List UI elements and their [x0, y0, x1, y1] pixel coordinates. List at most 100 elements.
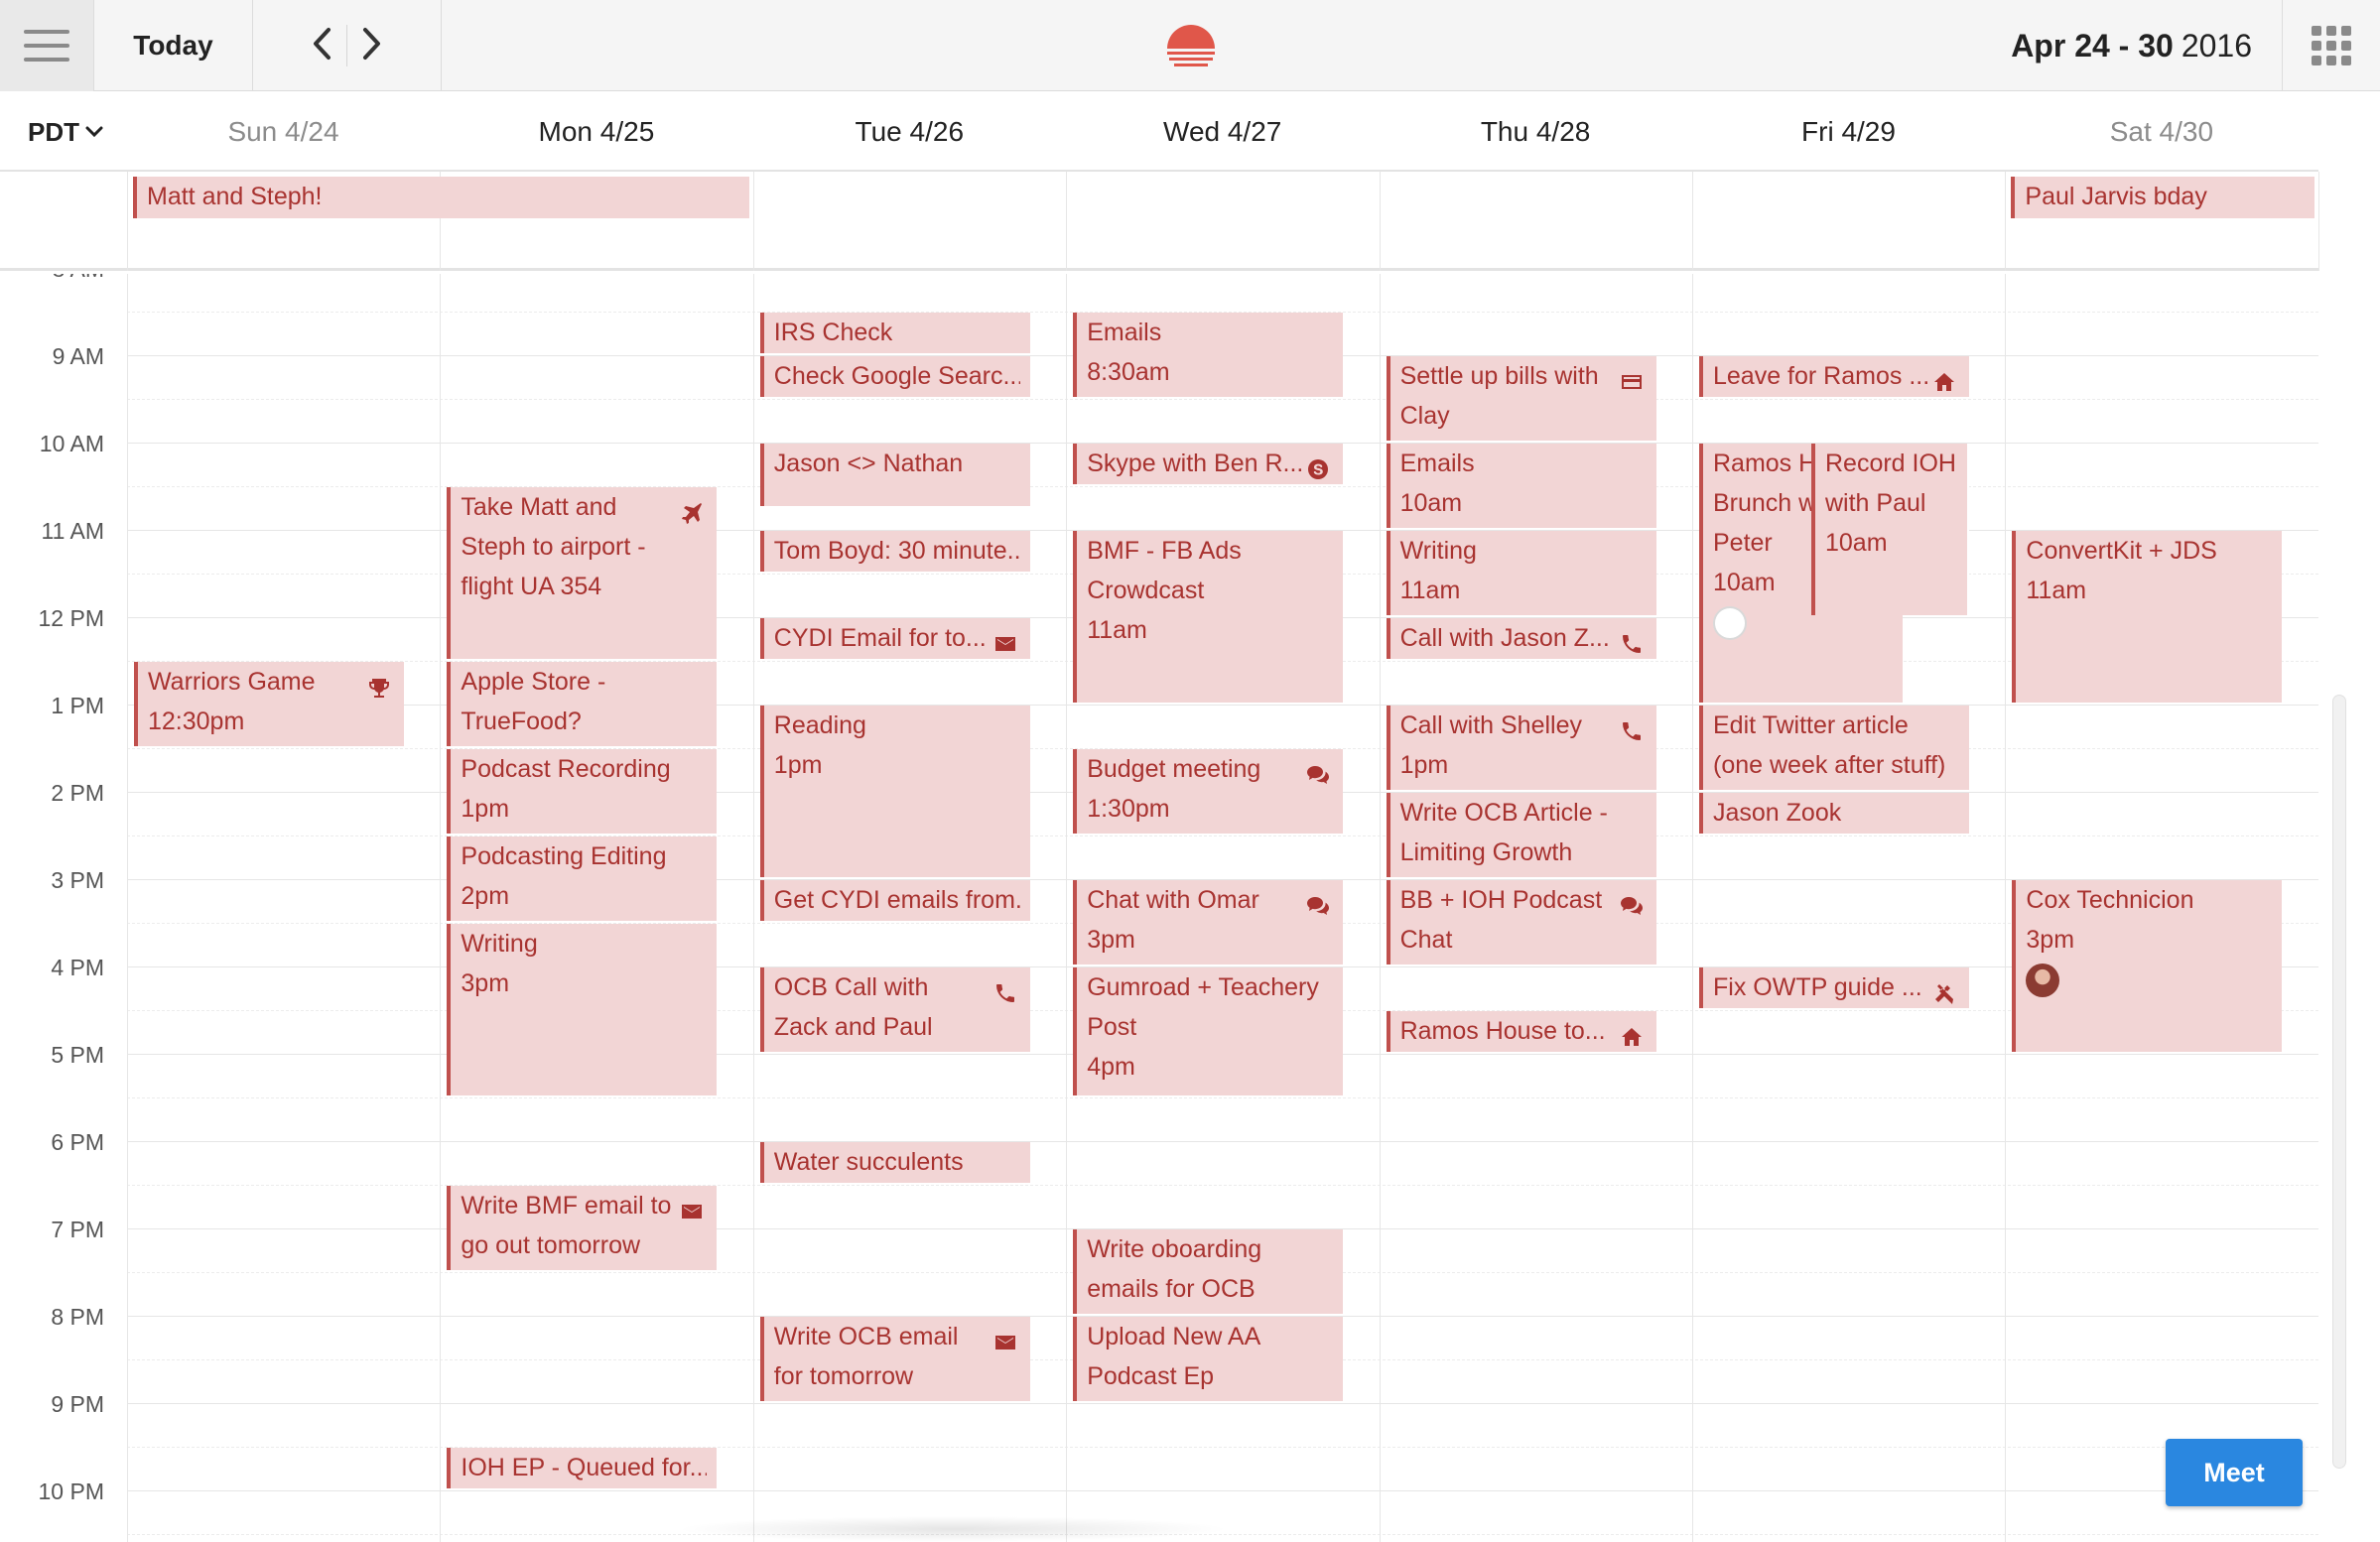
home-icon	[1931, 366, 1957, 391]
phone-icon	[1619, 715, 1645, 740]
previous-week-button[interactable]	[311, 27, 332, 65]
calendar-event[interactable]: Writing 11am	[1386, 531, 1656, 615]
envelope-icon	[679, 1196, 705, 1219]
allday-column-divider	[1379, 172, 1381, 271]
calendar-event[interactable]: Jason <> Nathan	[759, 444, 1030, 506]
day-header-4[interactable]: Thu 4/28	[1380, 92, 1692, 172]
allday-event[interactable]: Paul Jarvis bday	[2011, 177, 2314, 218]
hour-label: 3 PM	[51, 867, 104, 893]
calendar-event[interactable]: Emails 8:30am	[1073, 313, 1344, 397]
event-title: Writing	[461, 930, 538, 958]
event-title: OCB Call with Zack and Paul	[773, 973, 933, 1041]
day-header-2[interactable]: Tue 4/26	[753, 92, 1066, 172]
date-range-title: Apr 24 - 30 2016	[1886, 0, 2283, 91]
calendar-event[interactable]: Write BMF email to go out tomorrow (FB	[447, 1186, 718, 1270]
calendar-event[interactable]: Skype with Ben R...	[1073, 444, 1344, 484]
event-time: 1pm	[773, 751, 823, 779]
calendar-event[interactable]: Tom Boyd: 30 minute...	[759, 531, 1030, 572]
timezone-selector[interactable]: PDT	[28, 92, 103, 172]
chat-icon	[1305, 890, 1331, 915]
calendar-event[interactable]: Get CYDI emails from...	[759, 880, 1030, 921]
day-header-5[interactable]: Fri 4/29	[1692, 92, 2005, 172]
event-title: Write BMF email to go out tomorrow (FB	[461, 1192, 672, 1259]
event-title: Podcast Recording	[461, 755, 671, 783]
calendar-event[interactable]: Budget meeting 1:30pm	[1073, 749, 1344, 834]
event-title: Chat with Omar	[1087, 886, 1259, 914]
calendar-event[interactable]: Emails 10am	[1386, 444, 1656, 528]
hour-label: 6 PM	[51, 1129, 104, 1155]
calendar-event[interactable]: Gumroad + Teachery Post 4pm	[1073, 967, 1344, 1095]
event-title: Edit Twitter article (one week after stu…	[1713, 711, 1946, 779]
calendar-event[interactable]: Warriors Game 12:30pm	[134, 662, 404, 746]
event-time: 3pm	[1087, 926, 1135, 954]
calendar-event[interactable]: Settle up bills with Clay	[1386, 356, 1656, 441]
top-toolbar: Today Apr 24 - 30 2016	[0, 0, 2380, 91]
event-title: Tom Boyd: 30 minute...	[773, 537, 1020, 565]
calendar-event[interactable]: OCB Call with Zack and Paul	[759, 967, 1030, 1052]
calendar-event[interactable]: Fix OWTP guide ...	[1699, 967, 1969, 1008]
calendar-event[interactable]: Writing 3pm	[447, 924, 718, 1095]
calendar-event[interactable]: Take Matt and Steph to airport - flight …	[447, 487, 718, 659]
event-title: Skype with Ben R...	[1087, 450, 1304, 477]
calendar-event[interactable]: IRS Check	[759, 313, 1030, 353]
calendar-event[interactable]: Write OCB email for tomorrow	[759, 1317, 1030, 1401]
hour-label: 4 PM	[51, 955, 104, 980]
event-time: 1pm	[461, 795, 510, 823]
event-title: Check Google Searc...	[773, 362, 1020, 390]
event-time: 1:30pm	[1087, 795, 1170, 823]
calendar-event[interactable]: Upload New AA Podcast Ep	[1073, 1317, 1344, 1401]
hour-label: 11 AM	[41, 518, 105, 544]
calendar-event[interactable]: Reading 1pm	[759, 706, 1030, 877]
allday-column-divider	[127, 172, 128, 271]
calendar-event[interactable]: Chat with Omar 3pm	[1073, 880, 1344, 964]
calendar-event[interactable]: ConvertKit + JDS 11am	[2012, 531, 2283, 703]
allday-event[interactable]: Matt and Steph!	[133, 177, 749, 218]
attendee-avatar	[2026, 964, 2060, 997]
week-time-grid: 8 AM 9 AM 10 AM 11 AM 12 PM 1 PM 2 PM 3 PM 4 PM 5…	[0, 274, 2318, 1542]
calendar-event[interactable]: BB + IOH Podcast Chat	[1386, 880, 1656, 964]
calendar-event[interactable]: Record IOH with Paul 10am	[1811, 444, 1969, 615]
calendar-event[interactable]: Write oboarding emails for OCB	[1073, 1229, 1344, 1314]
next-week-button[interactable]	[361, 27, 383, 65]
event-title: Take Matt and Steph to airport - flight …	[461, 493, 646, 600]
event-time: 10am	[1825, 529, 1888, 557]
day-header-0[interactable]: Sun 4/24	[127, 92, 440, 172]
calendar-event[interactable]: Apple Store - TrueFood?	[447, 662, 718, 746]
calendar-event[interactable]: Call with Jason Z...	[1386, 618, 1656, 659]
calendar-event[interactable]: Cox Technicion 3pm	[2012, 880, 2283, 1052]
day-header-6[interactable]: Sat 4/30	[2005, 92, 2317, 172]
apps-grid-button[interactable]	[2283, 0, 2380, 91]
calendar-event[interactable]: Ramos House to...	[1386, 1011, 1656, 1052]
calendar-event[interactable]: Podcast Recording 1pm	[447, 749, 718, 834]
meet-button[interactable]: Meet	[2166, 1439, 2303, 1506]
hamburger-menu-button[interactable]	[0, 0, 94, 91]
calendar-event[interactable]: Call with Shelley 1pm	[1386, 706, 1656, 790]
allday-event-title: Paul Jarvis bday	[2025, 183, 2207, 210]
event-title: Write OCB Article - Limiting Growth	[1399, 799, 1608, 866]
day-header-row: PDT Sun 4/24 Mon 4/25 Tue 4/26 Wed 4/27 Thu …	[0, 92, 2318, 172]
day-header-3[interactable]: Wed 4/27	[1066, 92, 1379, 172]
half-hour-line	[127, 399, 2318, 400]
calendar-event[interactable]: CYDI Email for to...	[759, 618, 1030, 659]
allday-column-divider	[752, 172, 754, 271]
calendar-event[interactable]: Edit Twitter article (one week after stu…	[1699, 706, 1969, 790]
calendar-event[interactable]: Leave for Ramos ...	[1699, 356, 1969, 397]
allday-column-divider	[1692, 172, 1693, 271]
calendar-event[interactable]: Check Google Searc...	[759, 356, 1030, 397]
calendar-event[interactable]: Podcasting Editing 2pm	[447, 836, 718, 921]
envelope-icon	[992, 1327, 1018, 1349]
event-title: Ramos House to...	[1399, 1017, 1606, 1045]
vertical-scrollbar[interactable]	[2332, 695, 2346, 1469]
sunrise-logo	[1141, 0, 1241, 91]
day-column-divider	[1379, 274, 1381, 1542]
event-time: 2pm	[461, 882, 510, 910]
day-header-1[interactable]: Mon 4/25	[440, 92, 752, 172]
today-button[interactable]: Today	[94, 0, 253, 91]
calendar-event[interactable]: BMF - FB Ads Crowdcast 11am	[1073, 531, 1344, 703]
nav-divider	[346, 25, 347, 66]
calendar-event[interactable]: Water succulents	[759, 1142, 1030, 1183]
calendar-event[interactable]: Jason Zook	[1699, 793, 1969, 834]
calendar-event[interactable]: Write OCB Article - Limiting Growth	[1386, 793, 1656, 877]
calendar-event[interactable]: IOH EP - Queued for...	[447, 1448, 718, 1488]
envelope-icon	[992, 628, 1018, 651]
